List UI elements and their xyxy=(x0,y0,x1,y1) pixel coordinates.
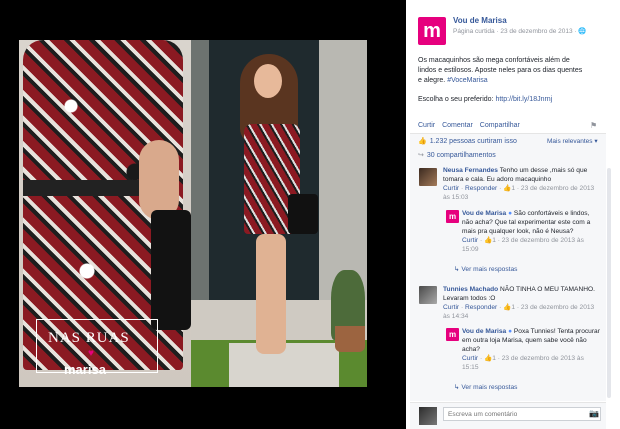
avatar[interactable] xyxy=(419,286,437,304)
current-user-avatar xyxy=(419,407,437,425)
comment-reply-button[interactable]: Responder xyxy=(465,304,497,311)
comment-date[interactable]: 23 de dezembro de 2013 às 15:09 xyxy=(462,237,584,253)
page-avatar[interactable]: m xyxy=(418,17,446,45)
post-actions: Curtir Comentar Compartilhar xyxy=(418,122,525,129)
model-arm xyxy=(139,140,179,220)
sort-dropdown[interactable]: Mais relevantes ▾ xyxy=(547,137,598,145)
comment-like-count: 1 xyxy=(511,185,516,192)
more-replies-link[interactable]: ↳ Ver mais respostas xyxy=(454,383,517,391)
heart-icon: ♥ xyxy=(88,348,94,359)
comment-like-button[interactable]: Curtir xyxy=(462,237,478,244)
page-name-link[interactable]: Vou de Marisa xyxy=(453,16,507,25)
shares-count[interactable]: ↪ 30 compartilhamentos xyxy=(418,151,496,159)
comment-input[interactable] xyxy=(443,407,601,421)
verified-icon: ● xyxy=(508,328,513,335)
page-avatar-small[interactable]: m xyxy=(446,210,459,223)
post-text-line: lindos e estilosos. Aposte neles para os… xyxy=(418,67,583,74)
more-replies-link[interactable]: ↳ Ver mais respostas xyxy=(454,265,517,273)
post-text-line: e alegre. #VoceMarisa xyxy=(418,76,604,86)
avatar[interactable] xyxy=(419,168,437,186)
comment-like-button[interactable]: Curtir xyxy=(462,355,478,362)
black-handbag xyxy=(151,210,191,330)
black-bag xyxy=(288,194,318,234)
marisa-logo: marisa xyxy=(64,362,106,377)
more-replies-text: Ver mais respostas xyxy=(461,266,518,273)
like-button[interactable]: Curtir xyxy=(418,122,435,129)
flag-icon[interactable]: ⚑ xyxy=(590,121,598,130)
likes-count[interactable]: 👍 1.232 pessoas curtiram isso xyxy=(418,137,517,145)
legs xyxy=(256,234,286,354)
post-text-line: Os macaquinhos são mega confortáveis alé… xyxy=(418,57,570,64)
comment-meta: Curtir · Responder · 👍1 · 23 de dezembro… xyxy=(443,185,595,201)
post-text: Os macaquinhos são mega confortáveis alé… xyxy=(418,56,604,86)
comment-like-count: 1 xyxy=(492,237,496,244)
brand-title: NAS RUAS xyxy=(48,330,130,346)
comment-date[interactable]: 23 de dezembro de 2013 às 15:15 xyxy=(462,355,584,371)
camera-icon[interactable]: 📷 xyxy=(589,409,599,418)
commenter-name[interactable]: Vou de Marisa xyxy=(462,328,506,335)
commenter-name[interactable]: Tunnies Machado xyxy=(443,286,498,293)
reply-arrow-icon: ↳ xyxy=(454,266,460,273)
comments-scrollbar[interactable] xyxy=(607,168,611,398)
page-avatar-small[interactable]: m xyxy=(446,328,459,341)
hashtag-link[interactable]: #VoceMarisa xyxy=(447,77,487,84)
cta-link[interactable]: http://bit.ly/18Jnrnj xyxy=(495,96,552,103)
cta-text: Escolha o seu preferido: xyxy=(418,96,494,103)
verified-icon: ● xyxy=(508,210,513,217)
reply: Vou de Marisa ● São confortáveis e lindo… xyxy=(462,209,602,254)
comment-like-count: 1 xyxy=(492,355,496,362)
thumbs-up-icon: 👍 xyxy=(418,138,427,145)
reply: Vou de Marisa ● Poxa Tunnies! Tenta proc… xyxy=(462,327,602,372)
comment-like-button[interactable]: Curtir xyxy=(443,304,459,311)
comment-like-button[interactable]: Curtir xyxy=(443,185,459,192)
shares-text: 30 compartilhamentos xyxy=(426,152,496,159)
thumbs-up-icon: 👍 xyxy=(484,355,493,362)
post-date: Página curtida · 23 de dezembro de 2013 … xyxy=(453,28,577,35)
commenter-name[interactable]: Vou de Marisa xyxy=(462,210,506,217)
comment-meta: Curtir · 👍1 · 23 de dezembro de 2013 às … xyxy=(462,237,584,253)
comment: Tunnies Machado NÃO TINHA O MEU TAMANHO.… xyxy=(443,285,603,321)
thumbs-up-icon: 👍 xyxy=(484,237,493,244)
post-meta: Página curtida · 23 de dezembro de 2013 … xyxy=(453,27,587,35)
reply-arrow-icon: ↳ xyxy=(454,384,460,391)
more-replies-text: Ver mais respostas xyxy=(461,384,518,391)
face xyxy=(254,64,282,98)
comment-reply-button[interactable]: Responder xyxy=(465,185,497,192)
comment-meta: Curtir · Responder · 👍1 · 23 de dezembro… xyxy=(443,304,595,320)
comment-button[interactable]: Comentar xyxy=(442,122,473,129)
comment: Neusa Fernandes Tenho um desse ,mais só … xyxy=(443,166,603,202)
model-walking xyxy=(236,54,318,374)
post-text-fragment: e alegre. xyxy=(418,77,446,84)
share-icon: ↪ xyxy=(418,152,424,159)
globe-icon: 🌐 xyxy=(578,28,587,35)
comment-like-count: 1 xyxy=(511,304,516,311)
likes-text: 1.232 pessoas curtiram isso xyxy=(429,138,517,145)
plant-pot xyxy=(335,326,365,352)
comment-meta: Curtir · 👍1 · 23 de dezembro de 2013 às … xyxy=(462,355,584,371)
commenter-name[interactable]: Neusa Fernandes xyxy=(443,167,498,174)
share-button[interactable]: Compartilhar xyxy=(480,122,520,129)
post-cta: Escolha o seu preferido: http://bit.ly/1… xyxy=(418,96,604,103)
